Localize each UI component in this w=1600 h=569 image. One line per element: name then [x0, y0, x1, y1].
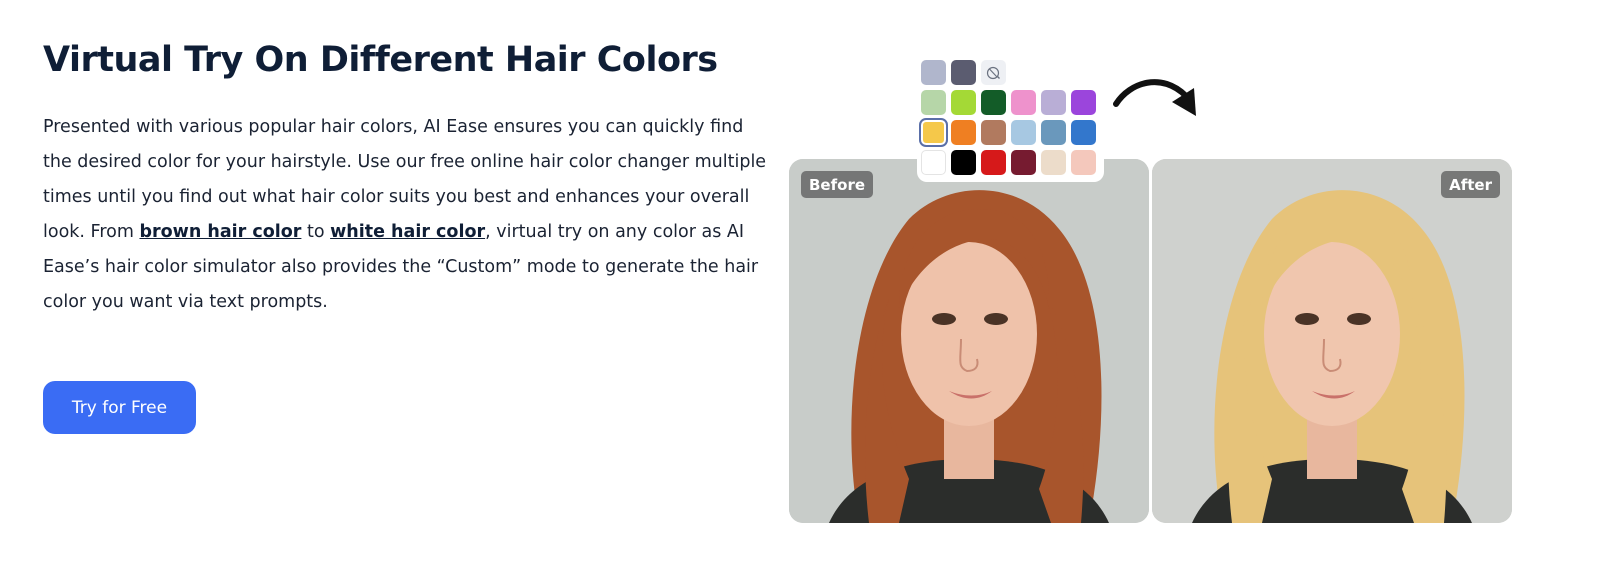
section-description: Presented with various popular hair colo…: [43, 110, 773, 320]
color-swatch-dark-gray[interactable]: [951, 60, 976, 85]
color-swatch-purple[interactable]: [1071, 90, 1096, 115]
color-swatch-black[interactable]: [951, 150, 976, 175]
before-portrait-image: [789, 159, 1149, 523]
color-swatch-light-blue[interactable]: [1011, 120, 1036, 145]
color-swatch-blue[interactable]: [1071, 120, 1096, 145]
color-swatch-orange[interactable]: [951, 120, 976, 145]
color-swatch-beige[interactable]: [1041, 150, 1066, 175]
color-swatch-peach[interactable]: [1071, 150, 1096, 175]
color-swatch-forest-green[interactable]: [981, 90, 1006, 115]
color-swatch-lime[interactable]: [951, 90, 976, 115]
hair-color-palette: [917, 56, 1104, 182]
try-for-free-button[interactable]: Try for Free: [43, 381, 196, 434]
color-swatch-light-brown[interactable]: [981, 120, 1006, 145]
white-hair-color-link[interactable]: white hair color: [330, 222, 485, 242]
color-swatch-white[interactable]: [921, 150, 946, 175]
color-swatch-light-gray[interactable]: [921, 60, 946, 85]
before-badge: Before: [801, 171, 874, 198]
color-swatch-lavender[interactable]: [1041, 90, 1066, 115]
color-swatch-burgundy[interactable]: [1011, 150, 1036, 175]
after-photo: After: [1152, 159, 1512, 523]
curved-arrow-icon: [1113, 79, 1196, 116]
after-portrait-image: [1152, 159, 1512, 523]
color-swatch-yellow[interactable]: [919, 118, 948, 147]
color-swatch-red[interactable]: [981, 150, 1006, 175]
description-text-2: to: [301, 222, 331, 242]
color-reset-icon[interactable]: [981, 60, 1006, 85]
color-swatch-pink[interactable]: [1011, 90, 1036, 115]
brown-hair-color-link[interactable]: brown hair color: [139, 222, 301, 242]
after-badge: After: [1441, 171, 1500, 198]
color-swatch-sage[interactable]: [921, 90, 946, 115]
section-title: Virtual Try On Different Hair Colors: [43, 40, 718, 80]
color-swatch-steel-blue[interactable]: [1041, 120, 1066, 145]
before-photo: Before: [789, 159, 1149, 523]
